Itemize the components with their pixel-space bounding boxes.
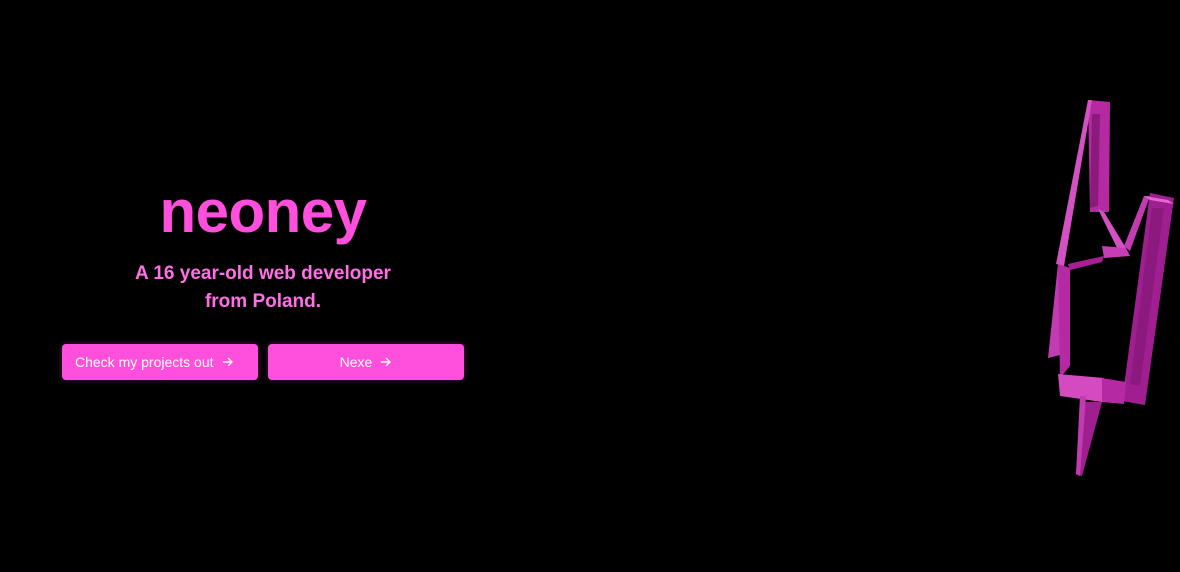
check-projects-label: Check my projects out xyxy=(75,354,214,370)
cta-buttons: Check my projects out Nexe xyxy=(62,344,464,380)
check-projects-button[interactable]: Check my projects out xyxy=(62,344,258,380)
next-button[interactable]: Nexe xyxy=(268,344,464,380)
next-label: Nexe xyxy=(339,354,373,370)
lightning-bolt-3d-icon xyxy=(1040,96,1180,482)
hero-section: neoney A 16 year-old web developer from … xyxy=(62,176,464,316)
hero-subtitle: A 16 year-old web developer from Poland. xyxy=(135,263,391,312)
arrow-right-icon xyxy=(222,356,234,368)
arrow-right-icon xyxy=(380,356,392,368)
site-title: neoney xyxy=(159,178,367,245)
